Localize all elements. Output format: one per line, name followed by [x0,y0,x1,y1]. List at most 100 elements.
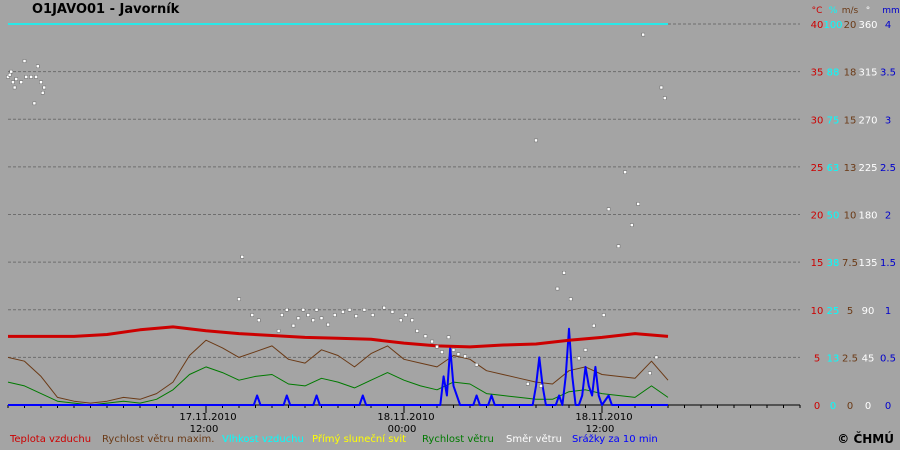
wind-direction-point [29,75,33,79]
axis-tick-mm: 4 [885,20,891,31]
wind-direction-point [311,318,315,323]
axis-tick-hum: 13 [827,353,840,364]
axis-tick-hum: 75 [827,115,840,126]
x-tick-label-date: 17.11.2010 [179,412,236,423]
wind-direction-point [577,356,581,361]
axis-tick-hum: 38 [827,258,840,269]
wind-direction-point [601,313,606,317]
meteo-chart: 17.11.201012:0018.11.201000:0018.11.2010… [6,6,900,435]
wind-direction-point [333,313,337,317]
wind-direction-point [301,308,306,312]
x-tick-label-date: 18.11.2010 [377,412,434,423]
wind-direction-point [562,271,566,275]
wind-direction-point [11,80,15,84]
wind-direction-point [370,313,375,317]
axis-tick-dir: 0 [865,401,871,412]
axis-tick-mm: 2.5 [880,163,896,174]
axis-tick-wind: 7.5 [842,258,858,269]
wind-direction-point [382,305,386,310]
wind-direction-point [42,85,46,90]
axis-tick-temp: 40 [811,20,824,31]
wind-direction-point [606,207,611,211]
wind-direction-point [9,69,14,74]
axis-tick-dir: 225 [858,163,877,174]
copyright: © ČHMÚ [837,432,894,446]
wind-direction-point [276,329,281,333]
axis-unit-hum: % [829,6,838,16]
wind-direction-point [423,334,428,338]
axis-tick-wind: 18 [844,68,857,79]
wind-direction-point [623,170,627,174]
legend-item-gust: Rychlost větru maxim. [102,434,215,445]
wind-direction-point [32,101,37,106]
wind-direction-point [22,59,27,63]
wind-direction-point [240,255,245,259]
wind-direction-point [451,348,456,352]
axis-tick-temp: 15 [811,258,824,269]
wind-direction-point [250,313,254,317]
wind-direction-point [440,350,444,354]
axis-tick-mm: 1.5 [880,258,896,269]
wind-direction-point [456,352,461,356]
axis-tick-temp: 20 [811,211,824,222]
axis-tick-mm: 2 [885,211,891,222]
wind-direction-point [7,73,12,77]
axis-tick-wind: 2.5 [842,353,858,364]
wind-direction-point [616,244,621,248]
wind-direction-point [659,85,664,90]
axis-tick-mm: 3.5 [880,68,896,79]
axis-tick-mm: 0 [885,401,891,412]
wind-direction-point [14,77,18,81]
axis-tick-hum: 25 [827,306,840,317]
wind-direction-point [555,286,560,291]
series-gust [7,339,669,404]
axis-unit-wind: m/s [842,6,859,16]
axis-unit-dir: ° [866,6,871,16]
wind-direction-point [19,80,23,84]
wind-direction-point [390,310,395,314]
axis-tick-dir: 180 [858,211,877,222]
x-tick-label-date: 18.11.2010 [575,412,632,423]
axis-unit-mm: mm [882,6,900,16]
axis-tick-wind: 0 [847,401,853,412]
wind-direction-point [12,85,17,90]
axis-tick-dir: 270 [858,115,877,126]
wind-direction-point [410,318,414,323]
axis-tick-dir: 90 [862,306,875,317]
axis-tick-dir: 135 [858,258,877,269]
wind-direction-point [648,371,652,375]
axis-tick-temp: 30 [811,115,824,126]
wind-direction-point [280,313,284,317]
legend-item-precipitation: Srážky za 10 min [572,434,658,445]
axis-tick-temp: 0 [814,401,820,412]
legend-item-humidity: Vlhkost vzduchu [222,434,304,445]
axis-tick-dir: 315 [858,68,877,79]
axis-tick-wind: 20 [844,20,857,31]
wind-direction-point [306,313,310,317]
axis-tick-hum: 0 [830,401,836,412]
wind-direction-point [399,318,403,323]
wind-direction-point [40,91,45,95]
axis-tick-wind: 15 [844,115,857,126]
wind-direction-point [296,316,301,320]
wind-direction-point [319,316,324,320]
axis-tick-wind: 5 [847,306,853,317]
axis-tick-temp: 25 [811,163,824,174]
wind-direction-point [347,308,352,312]
axis-tick-hum: 88 [827,68,840,79]
wind-direction-point [24,75,28,79]
wind-direction-point [534,138,538,143]
legend-item-sunshine: Přímý sluneční svit [312,434,407,445]
wind-direction-point [474,363,479,367]
axis-tick-hum: 100 [823,20,842,31]
wind-direction-point [291,323,296,328]
wind-direction-point [463,354,467,359]
axis-unit-temp: °C [812,6,823,16]
wind-direction-point [415,329,419,333]
axis-tick-wind: 10 [844,211,857,222]
wind-direction-point [654,355,659,360]
axis-tick-hum: 63 [827,163,840,174]
wind-direction-point [354,314,358,318]
wind-direction-point [630,223,634,227]
wind-direction-point [636,202,640,206]
